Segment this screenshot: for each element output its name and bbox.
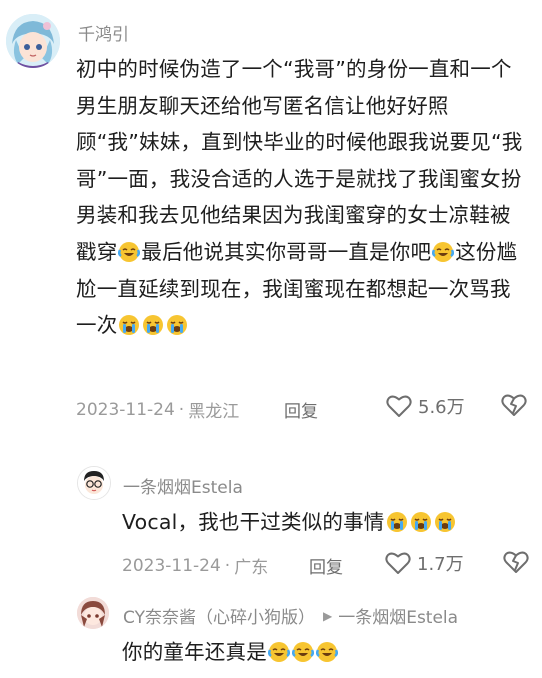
- comment-text-part: 最后他说其实你哥哥一直是你吧: [141, 239, 432, 264]
- crying-face-icon: [434, 512, 455, 532]
- avatar[interactable]: [77, 597, 109, 629]
- dislike-button[interactable]: [503, 550, 529, 578]
- crying-face-icon: [143, 315, 164, 336]
- crying-face-icon: [119, 315, 140, 336]
- avatar[interactable]: [6, 14, 60, 68]
- reply-text-content: 你的童年还真是: [122, 640, 267, 664]
- crying-face-icon: [386, 512, 407, 532]
- meta-separator: ·: [178, 399, 185, 420]
- comment-text-part: 初中的时候伪造了一个“我哥”的身份一直和一个男生朋友聊天还给他写匿名信让他好好照…: [76, 57, 523, 264]
- avatar-illustration: [6, 14, 60, 68]
- laughing-crying-face-icon: [432, 241, 455, 262]
- reply-arrow-icon: ▶: [322, 608, 333, 623]
- avatar-illustration: [77, 597, 109, 629]
- like-button[interactable]: 1.7万: [385, 550, 464, 576]
- comment-username[interactable]: 千鸿引: [78, 20, 129, 45]
- reply-username[interactable]: CY奈奈酱（心碎小狗版）: [123, 603, 315, 628]
- reply-text: Vocal，我也干过类似的事情: [122, 504, 522, 541]
- avatar[interactable]: [77, 466, 111, 500]
- crying-face-icon: [167, 315, 188, 336]
- reply-button[interactable]: 回复: [284, 397, 318, 422]
- like-count: 1.7万: [417, 554, 464, 575]
- laughing-crying-face-icon: [267, 642, 290, 662]
- heart-icon: [386, 395, 412, 417]
- reply-button[interactable]: 回复: [309, 553, 343, 578]
- laughing-crying-face-icon: [315, 642, 338, 662]
- dislike-button[interactable]: [501, 393, 527, 421]
- reply-date: 2023-11-24: [122, 555, 221, 576]
- broken-heart-icon: [503, 551, 529, 573]
- reply-username[interactable]: 一条烟烟Estela: [123, 473, 243, 498]
- crying-face-icon: [410, 512, 431, 532]
- laughing-crying-face-icon: [118, 241, 141, 262]
- comment-location: 黑龙江: [188, 402, 240, 422]
- reply-header: CY奈奈酱（心碎小狗版） ▶ 一条烟烟Estela: [123, 603, 458, 628]
- meta-separator: ·: [224, 555, 231, 576]
- like-button[interactable]: 5.6万: [386, 393, 465, 419]
- reply-location: 广东: [234, 558, 269, 578]
- laughing-crying-face-icon: [291, 642, 314, 662]
- reply-meta: 2023-11-24 · 广东: [122, 553, 269, 579]
- avatar-illustration: [78, 467, 110, 499]
- heart-icon: [385, 552, 411, 574]
- reply-to-username[interactable]: 一条烟烟Estela: [338, 603, 458, 628]
- like-count: 5.6万: [418, 397, 465, 418]
- broken-heart-icon: [501, 394, 527, 416]
- comment-date: 2023-11-24: [76, 399, 175, 420]
- reply-text: 你的童年还真是: [122, 634, 522, 671]
- reply-text-content: Vocal，我也干过类似的事情: [122, 510, 385, 534]
- comment-text: 初中的时候伪造了一个“我哥”的身份一直和一个男生朋友聊天还给他写匿名信让他好好照…: [76, 51, 524, 344]
- comment-meta: 2023-11-24 · 黑龙江: [76, 397, 240, 423]
